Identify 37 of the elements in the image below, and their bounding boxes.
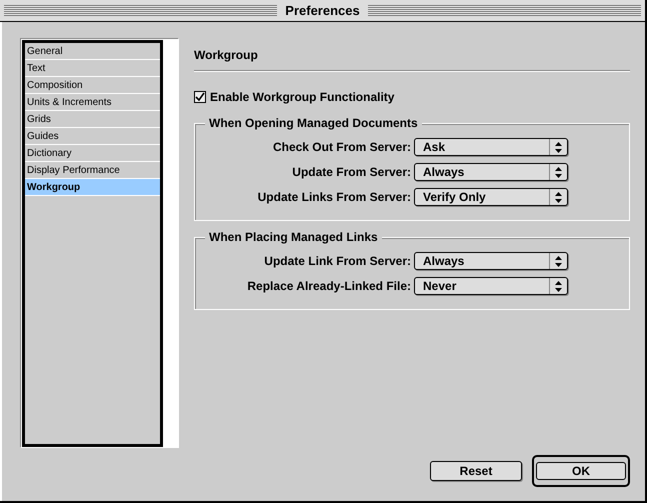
group-title: When Placing Managed Links — [205, 230, 382, 244]
dropdown-value: Never — [422, 280, 458, 292]
category-item[interactable]: General — [25, 43, 160, 60]
category-item[interactable]: Dictionary — [25, 145, 160, 162]
up-down-arrows-icon — [555, 256, 562, 266]
category-item[interactable]: Text — [25, 60, 160, 77]
category-item[interactable]: Guides — [25, 128, 160, 145]
checkbox[interactable] — [194, 91, 206, 103]
dropdown[interactable]: Always — [414, 163, 568, 181]
up-down-arrows-icon — [555, 280, 562, 292]
field-label: Check Out From Server: — [272, 139, 412, 156]
panel-title: Workgroup — [194, 48, 258, 62]
category-item[interactable]: Composition — [25, 77, 160, 94]
field-label: Update Links From Server: — [256, 189, 412, 206]
ok-button[interactable]: OK — [536, 462, 626, 480]
up-down-arrows-icon — [555, 166, 562, 178]
dropdown[interactable]: Verify Only — [414, 188, 568, 206]
dropdown[interactable]: Always — [414, 252, 568, 270]
field-label: Update From Server: — [291, 164, 412, 181]
category-item[interactable]: Workgroup — [25, 179, 160, 196]
up-down-arrows-icon — [555, 142, 562, 152]
dropdown[interactable]: Never — [414, 277, 568, 295]
field-label: Replace Already-Linked File: — [246, 278, 412, 295]
category-item[interactable]: Grids — [25, 111, 160, 128]
dropdown-value: Always — [422, 255, 466, 267]
check-icon — [195, 92, 205, 102]
dropdown-value: Always — [422, 166, 466, 178]
dropdown-value: Verify Only — [422, 191, 487, 203]
dropdown[interactable]: Ask — [414, 138, 568, 156]
window-title: Preferences — [284, 2, 361, 20]
category-item[interactable]: Units & Increments — [25, 94, 160, 111]
dropdown-value: Ask — [422, 141, 446, 153]
group-title: When Opening Managed Documents — [205, 116, 422, 130]
reset-button[interactable]: Reset — [430, 461, 522, 481]
field-label: Update Link From Server: — [263, 253, 412, 270]
checkbox-row[interactable]: Enable Workgroup Functionality — [194, 88, 630, 106]
up-down-arrows-icon — [555, 192, 562, 202]
